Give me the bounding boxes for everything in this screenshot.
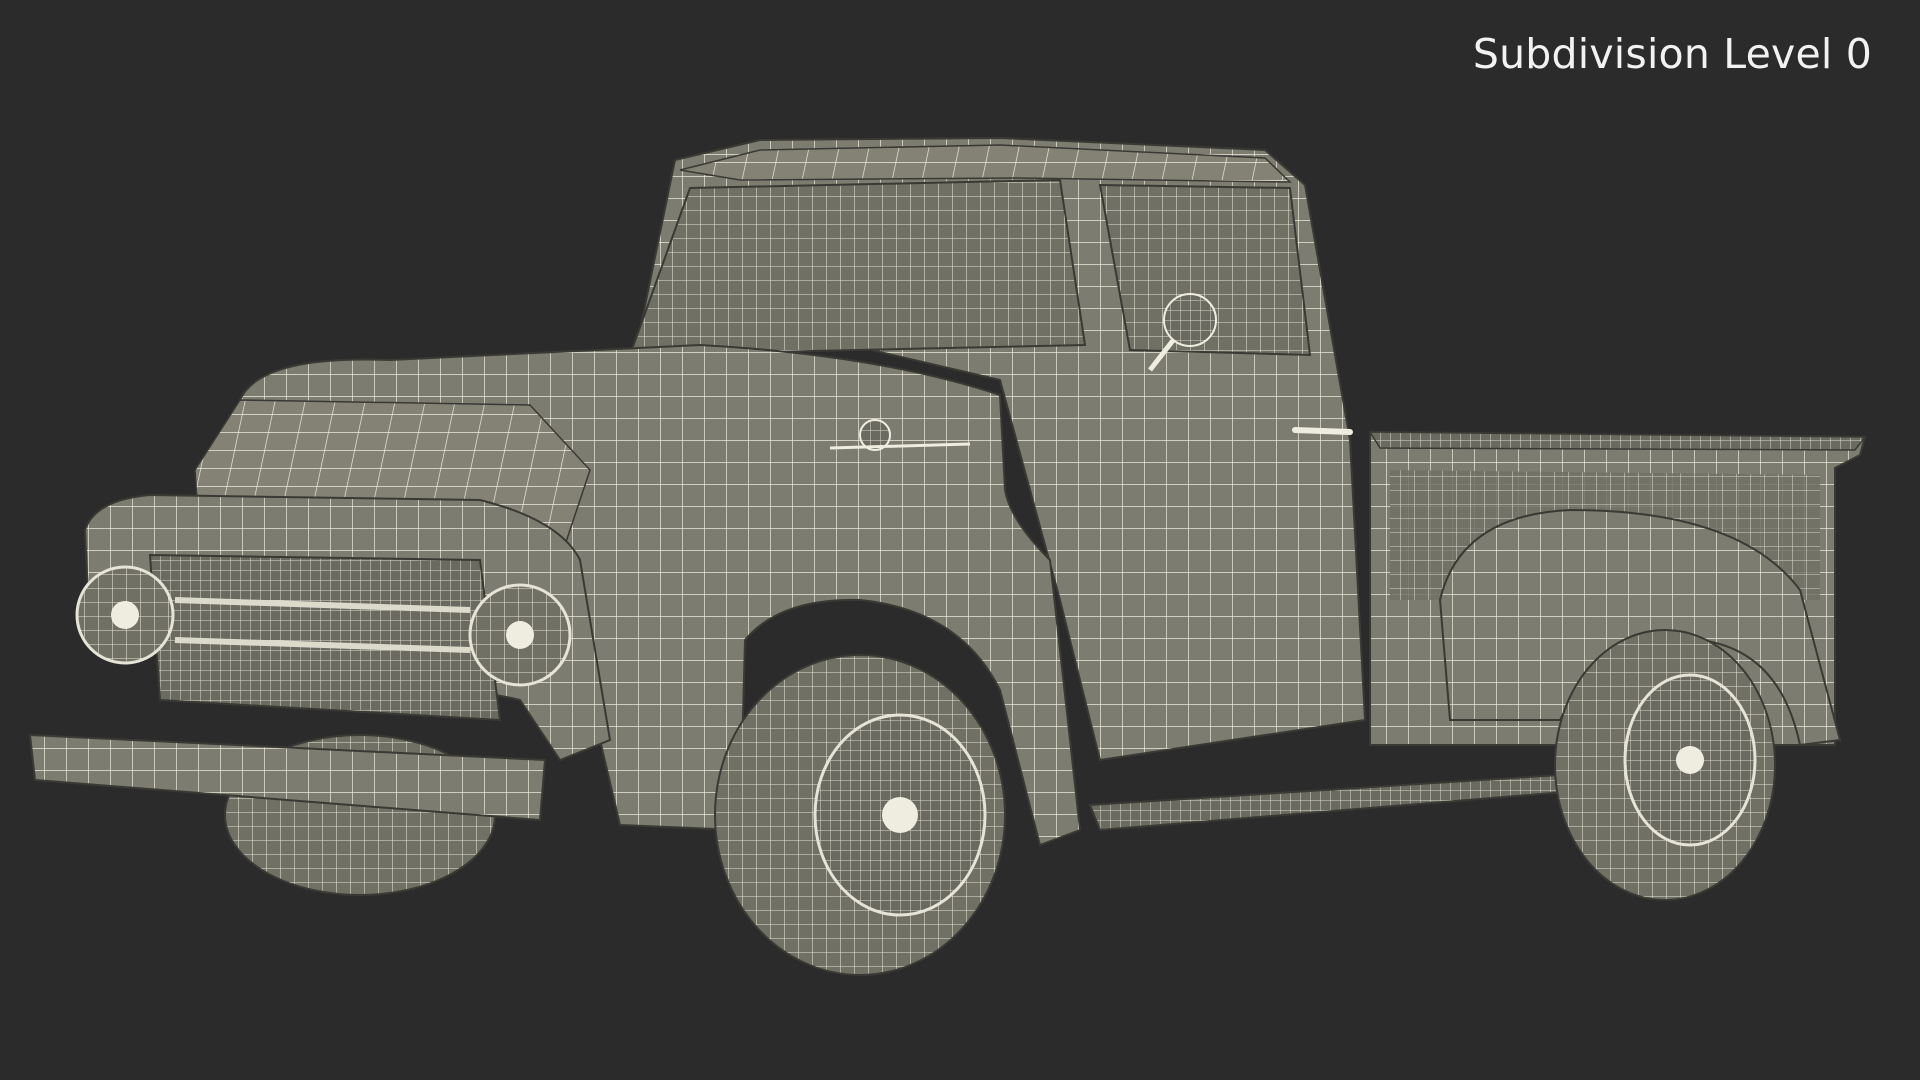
right-headlight <box>468 583 572 687</box>
front-right-wheel <box>714 654 1006 976</box>
subdivision-level-label: Subdivision Level 0 <box>1472 30 1872 78</box>
running-board <box>1088 773 1594 832</box>
render-viewport: Subdivision Level 0 <box>0 0 1920 1080</box>
door-handle <box>1292 427 1353 435</box>
truck-wireframe-render <box>28 136 1867 976</box>
grille <box>148 553 502 722</box>
left-headlight <box>75 565 175 665</box>
rear-right-wheel <box>1554 629 1776 901</box>
